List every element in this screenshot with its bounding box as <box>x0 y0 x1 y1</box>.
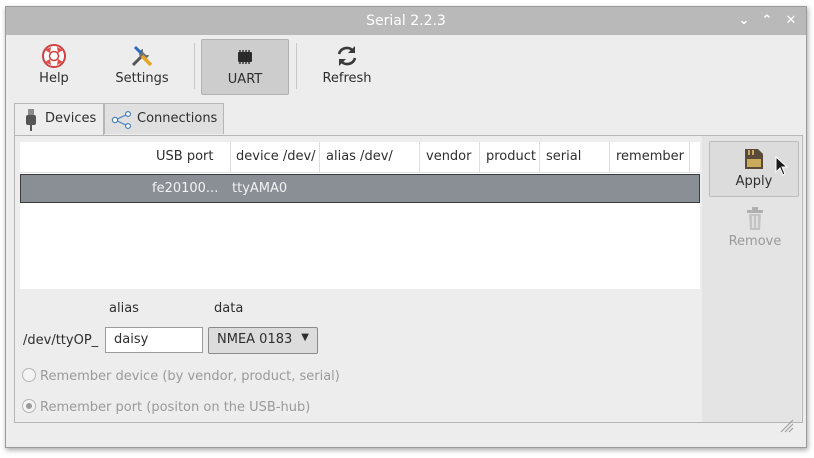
column-divider <box>689 142 690 172</box>
window-title: Serial 2.2.3 <box>366 13 446 29</box>
column-divider <box>319 142 320 172</box>
close-icon[interactable]: ✕ <box>782 12 800 30</box>
remember-device-radio[interactable]: Remember device (by vendor, product, ser… <box>22 368 340 384</box>
help-lifebuoy-icon <box>42 44 66 68</box>
column-header[interactable]: product <box>486 149 536 164</box>
data-column-label: data <box>214 301 244 316</box>
trash-icon <box>747 207 763 230</box>
radio-checked-icon <box>22 399 36 413</box>
alias-column-label: alias <box>109 301 139 316</box>
app-window: Serial 2.2.3 ⌄ ⌃ ✕ Help Settings UART Re… <box>5 6 807 448</box>
column-header[interactable]: device /dev/ <box>236 149 316 164</box>
remember-port-label: Remember port (positon on the USB-hub) <box>40 400 311 415</box>
toolbar-separator <box>296 43 297 89</box>
column-divider <box>230 142 231 172</box>
toolbar: Help Settings UART Refresh <box>6 35 806 99</box>
data-format-value: NMEA 0183 <box>217 332 293 347</box>
remember-port-radio[interactable]: Remember port (positon on the USB-hub) <box>22 399 310 415</box>
cell-device: ttyAMA0 <box>232 181 288 196</box>
resize-grip-icon[interactable] <box>778 417 794 433</box>
remember-device-label: Remember device (by vendor, product, ser… <box>40 369 340 384</box>
column-header[interactable]: serial <box>546 149 581 164</box>
title-bar[interactable]: Serial 2.2.3 ⌄ ⌃ ✕ <box>6 7 806 35</box>
refresh-label: Refresh <box>322 71 372 86</box>
alias-input[interactable]: daisy <box>105 327 203 353</box>
usb-plug-icon <box>26 109 36 131</box>
dropdown-arrow-icon: ▼ <box>301 332 309 343</box>
settings-button[interactable]: Settings <box>106 39 178 93</box>
refresh-icon <box>337 46 357 66</box>
column-header[interactable]: vendor <box>426 149 471 164</box>
remove-button[interactable]: Remove <box>711 203 799 257</box>
column-header[interactable]: remember <box>616 149 684 164</box>
remove-label: Remove <box>728 234 782 249</box>
chip-icon <box>238 50 252 64</box>
column-header[interactable]: USB port <box>156 149 213 164</box>
uart-label: UART <box>227 72 263 87</box>
data-format-select[interactable]: NMEA 0183 ▼ <box>208 327 318 354</box>
maximize-icon[interactable]: ⌃ <box>758 12 776 30</box>
tab-connections-label: Connections <box>137 111 218 126</box>
sd-card-icon <box>745 149 763 169</box>
column-divider <box>539 142 540 172</box>
table-row-selected[interactable]: fe20100... ttyAMA0 <box>20 174 700 203</box>
column-divider <box>479 142 480 172</box>
mouse-cursor-icon <box>775 156 789 176</box>
share-icon <box>111 111 131 129</box>
apply-label: Apply <box>735 174 773 189</box>
help-label: Help <box>39 71 69 86</box>
refresh-button[interactable]: Refresh <box>311 39 383 93</box>
device-prefix-label: /dev/ttyOP_ <box>23 333 99 348</box>
tab-connections[interactable]: Connections <box>104 103 224 134</box>
radio-unchecked-icon <box>22 368 36 382</box>
minimize-icon[interactable]: ⌄ <box>735 12 753 30</box>
tools-icon <box>131 45 153 67</box>
column-header[interactable]: alias /dev/ <box>326 149 393 164</box>
tab-devices[interactable]: Devices <box>14 103 104 135</box>
devices-table[interactable]: USB port device /dev/ alias /dev/ vendor… <box>20 142 700 289</box>
uart-button[interactable]: UART <box>201 39 289 95</box>
cell-usb-port: fe20100... <box>152 181 219 196</box>
help-button[interactable]: Help <box>18 39 90 93</box>
column-divider <box>609 142 610 172</box>
column-divider <box>419 142 420 172</box>
settings-label: Settings <box>115 71 169 86</box>
toolbar-separator <box>194 43 195 89</box>
table-header: USB port device /dev/ alias /dev/ vendor… <box>20 142 700 173</box>
tab-devices-label: Devices <box>45 111 97 126</box>
